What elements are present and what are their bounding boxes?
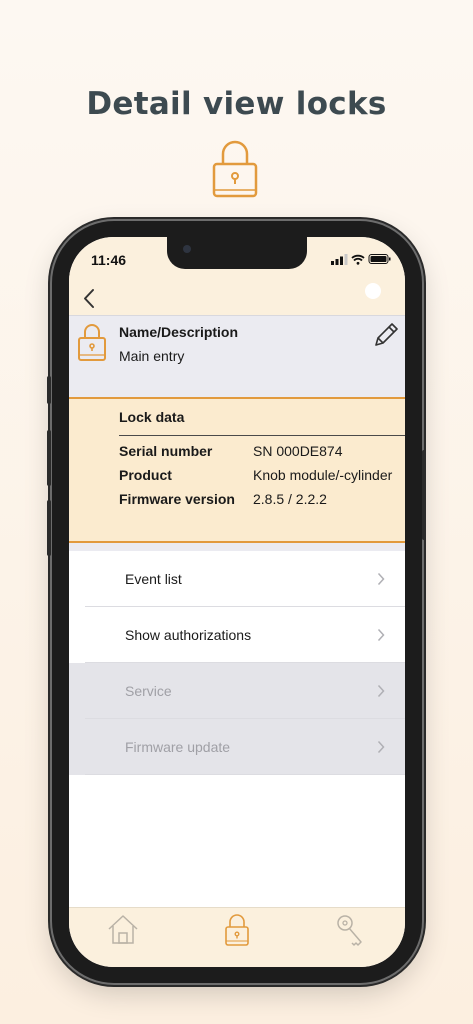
lock-icon [212, 140, 258, 198]
name-section: Name/Description Main entry [69, 315, 405, 398]
product-value: Knob module/-cylinder [253, 467, 393, 483]
volume-down-button [47, 500, 51, 556]
lock-data-row: Serial number SN 000DE874 [119, 443, 405, 463]
status-icons [331, 254, 391, 265]
lock-data-title: Lock data [119, 409, 185, 425]
menu-item-label: Show authorizations [125, 627, 252, 643]
firmware-version-label: Firmware version [119, 491, 235, 507]
power-button [422, 450, 426, 540]
chevron-right-icon [377, 572, 385, 586]
firmware-version-value: 2.8.5 / 2.2.2 [253, 491, 327, 507]
menu-item-firmware-update[interactable]: Firmware update [69, 719, 405, 775]
action-menu: Event list Show authorizations Service F… [69, 551, 405, 775]
menu-divider [85, 774, 405, 775]
mute-switch [47, 376, 51, 404]
section-gap [69, 543, 405, 551]
tab-bar [69, 907, 405, 967]
home-icon[interactable] [105, 912, 141, 948]
status-time: 11:46 [91, 252, 127, 268]
name-value: Main entry [119, 348, 185, 364]
lock-data-row: Product Knob module/-cylinder [119, 467, 405, 487]
name-label: Name/Description [119, 324, 239, 340]
nav-bar [69, 283, 405, 315]
lock-icon [78, 324, 106, 361]
product-label: Product [119, 467, 172, 483]
menu-item-service[interactable]: Service [69, 663, 405, 719]
key-icon[interactable] [333, 912, 369, 948]
phone-screen: 11:46 Name/Description Main entry Lock d… [69, 237, 405, 967]
notch [167, 237, 307, 269]
chevron-right-icon [377, 740, 385, 754]
chevron-left-icon[interactable] [79, 287, 99, 311]
chevron-right-icon [377, 628, 385, 642]
serial-number-value: SN 000DE874 [253, 443, 343, 459]
pencil-icon[interactable] [371, 320, 401, 350]
camera [183, 245, 191, 253]
menu-item-label: Firmware update [125, 739, 231, 755]
lock-data-row: Firmware version 2.8.5 / 2.2.2 [119, 491, 405, 511]
page-headline: Detail view locks [86, 86, 387, 122]
lock-data-divider [119, 435, 405, 436]
menu-item-event-list[interactable]: Event list [69, 551, 405, 607]
menu-item-show-authorizations[interactable]: Show authorizations [69, 607, 405, 663]
menu-item-label: Service [125, 683, 172, 699]
lock-data-section: Lock data Serial number SN 000DE874 Prod… [69, 397, 405, 543]
chevron-right-icon [377, 684, 385, 698]
menu-item-label: Event list [125, 571, 182, 587]
volume-up-button [47, 430, 51, 486]
serial-number-label: Serial number [119, 443, 213, 459]
lock-icon[interactable] [219, 912, 255, 948]
nav-status-indicator [365, 283, 381, 299]
